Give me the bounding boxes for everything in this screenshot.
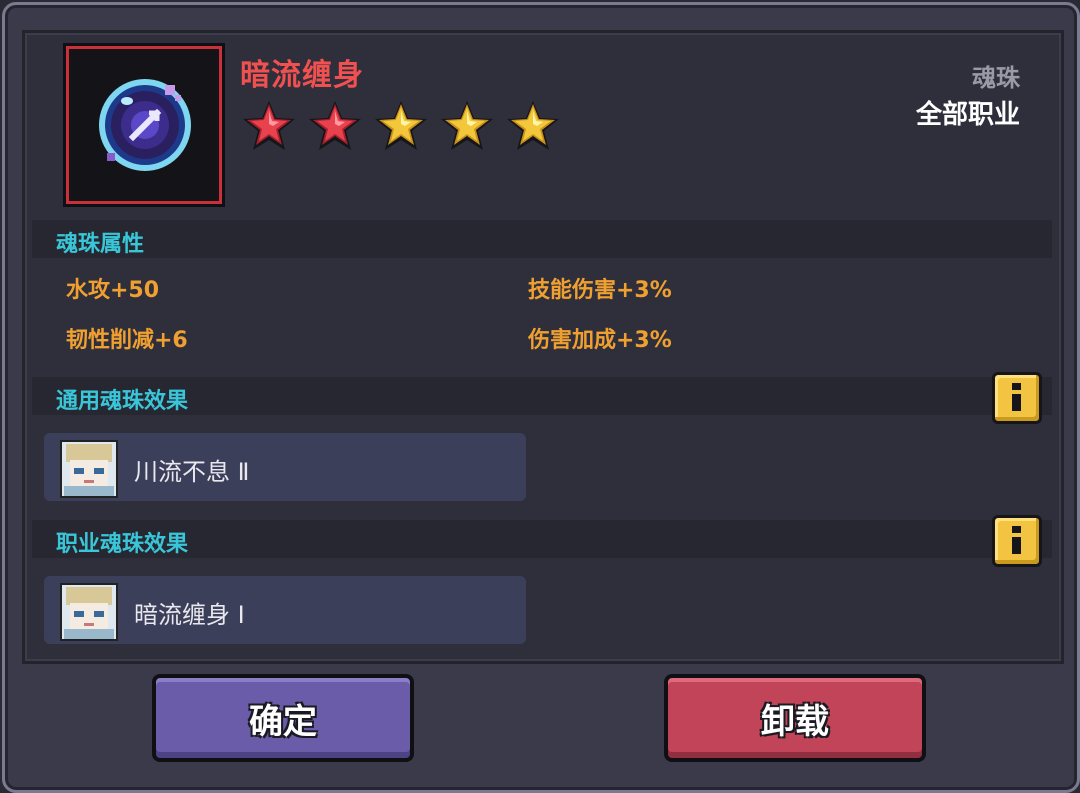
star-icon <box>243 101 295 150</box>
general-effect-item[interactable]: 川流不息 Ⅱ <box>44 433 526 501</box>
unload-button[interactable]: 卸载 <box>664 674 926 762</box>
star-icon <box>441 101 493 150</box>
attributes-header-bar <box>32 220 1052 258</box>
star-icon <box>507 101 559 150</box>
attribute-item: 水攻+50 <box>66 278 160 303</box>
info-icon <box>1012 526 1021 533</box>
character-avatar-icon <box>60 583 118 641</box>
general-effects-info-button[interactable] <box>992 372 1042 424</box>
class-effects-info-button[interactable] <box>992 515 1042 567</box>
star-rating <box>240 98 562 152</box>
info-icon <box>1012 383 1021 390</box>
class-effects-title: 职业魂珠效果 <box>56 532 189 557</box>
item-icon-frame <box>66 46 222 204</box>
attribute-item: 伤害加成+3% <box>528 328 672 353</box>
item-type: 魂珠 <box>972 64 1020 92</box>
star-icon <box>309 101 361 150</box>
attribute-item: 韧性削减+6 <box>66 328 188 353</box>
attributes-title: 魂珠属性 <box>56 232 145 257</box>
confirm-button[interactable]: 确定 <box>152 674 414 762</box>
general-effects-title: 通用魂珠效果 <box>56 389 189 414</box>
class-effect-item[interactable]: 暗流缠身 Ⅰ <box>44 576 526 644</box>
star-icon <box>375 101 427 150</box>
class-restriction: 全部职业 <box>915 100 1020 130</box>
item-name: 暗流缠身 <box>240 58 364 93</box>
character-avatar-icon <box>60 440 118 498</box>
attribute-item: 技能伤害+3% <box>528 278 672 303</box>
soul-orb-icon <box>99 79 191 171</box>
general-effect-label: 川流不息 Ⅱ <box>134 458 250 486</box>
class-effect-label: 暗流缠身 Ⅰ <box>134 601 245 629</box>
